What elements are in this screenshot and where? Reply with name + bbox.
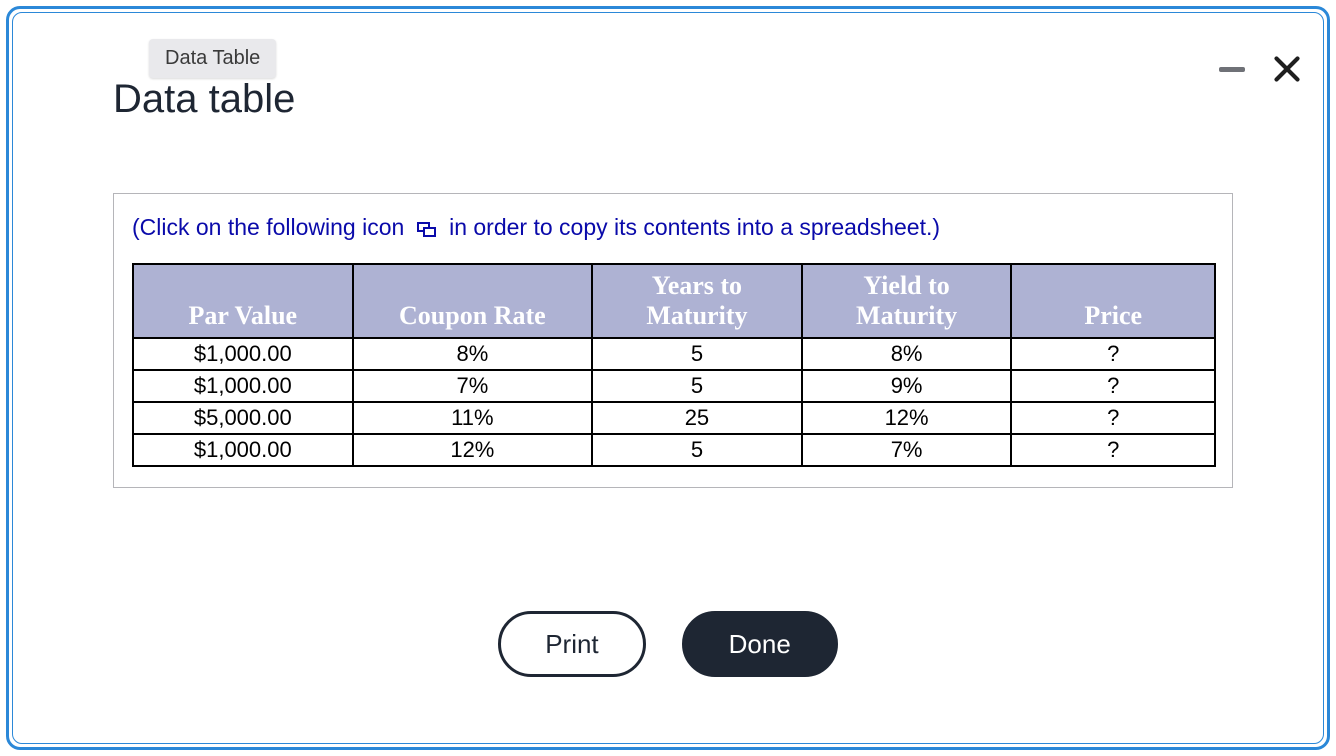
dialog-window: Data Table Data table (Click on the foll…	[12, 12, 1324, 744]
cell: $5,000.00	[133, 402, 353, 434]
copy-hint-pre: (Click on the following icon	[132, 214, 404, 240]
col-years-to-maturity: Years toMaturity	[592, 264, 802, 338]
table-row: $5,000.00 11% 25 12% ?	[133, 402, 1215, 434]
cell: 8%	[802, 338, 1012, 370]
table-row: $1,000.00 12% 5 7% ?	[133, 434, 1215, 466]
table-row: $1,000.00 8% 5 8% ?	[133, 338, 1215, 370]
copy-hint: (Click on the following icon in order to…	[132, 214, 1214, 241]
cell: 7%	[802, 434, 1012, 466]
col-par-value: Par Value	[133, 264, 353, 338]
print-button[interactable]: Print	[498, 611, 645, 677]
dialog-title: Data table	[113, 77, 295, 122]
col-price: Price	[1011, 264, 1215, 338]
col-yield-to-maturity: Yield toMaturity	[802, 264, 1012, 338]
tooltip-data-table: Data Table	[149, 39, 276, 78]
cell: 25	[592, 402, 802, 434]
window-controls	[1219, 55, 1301, 83]
close-icon[interactable]	[1273, 55, 1301, 83]
table-row: $1,000.00 7% 5 9% ?	[133, 370, 1215, 402]
cell: ?	[1011, 338, 1215, 370]
cell: 5	[592, 370, 802, 402]
cell: $1,000.00	[133, 338, 353, 370]
done-button[interactable]: Done	[682, 611, 838, 677]
cell: 9%	[802, 370, 1012, 402]
cell: ?	[1011, 370, 1215, 402]
cell: 12%	[802, 402, 1012, 434]
cell: $1,000.00	[133, 370, 353, 402]
copy-icon[interactable]	[417, 222, 437, 238]
cell: ?	[1011, 434, 1215, 466]
cell: 8%	[353, 338, 593, 370]
cell: $1,000.00	[133, 434, 353, 466]
cell: 12%	[353, 434, 593, 466]
data-table: Par Value Coupon Rate Years toMaturity Y…	[132, 263, 1216, 467]
copy-hint-post: in order to copy its contents into a spr…	[449, 214, 940, 240]
cell: ?	[1011, 402, 1215, 434]
data-panel: (Click on the following icon in order to…	[113, 193, 1233, 488]
cell: 11%	[353, 402, 593, 434]
dialog-buttons: Print Done	[13, 611, 1323, 677]
col-coupon-rate: Coupon Rate	[353, 264, 593, 338]
dialog-outer-border: Data Table Data table (Click on the foll…	[6, 6, 1330, 750]
table-header-row: Par Value Coupon Rate Years toMaturity Y…	[133, 264, 1215, 338]
cell: 5	[592, 338, 802, 370]
cell: 7%	[353, 370, 593, 402]
minimize-icon[interactable]	[1219, 67, 1245, 72]
cell: 5	[592, 434, 802, 466]
